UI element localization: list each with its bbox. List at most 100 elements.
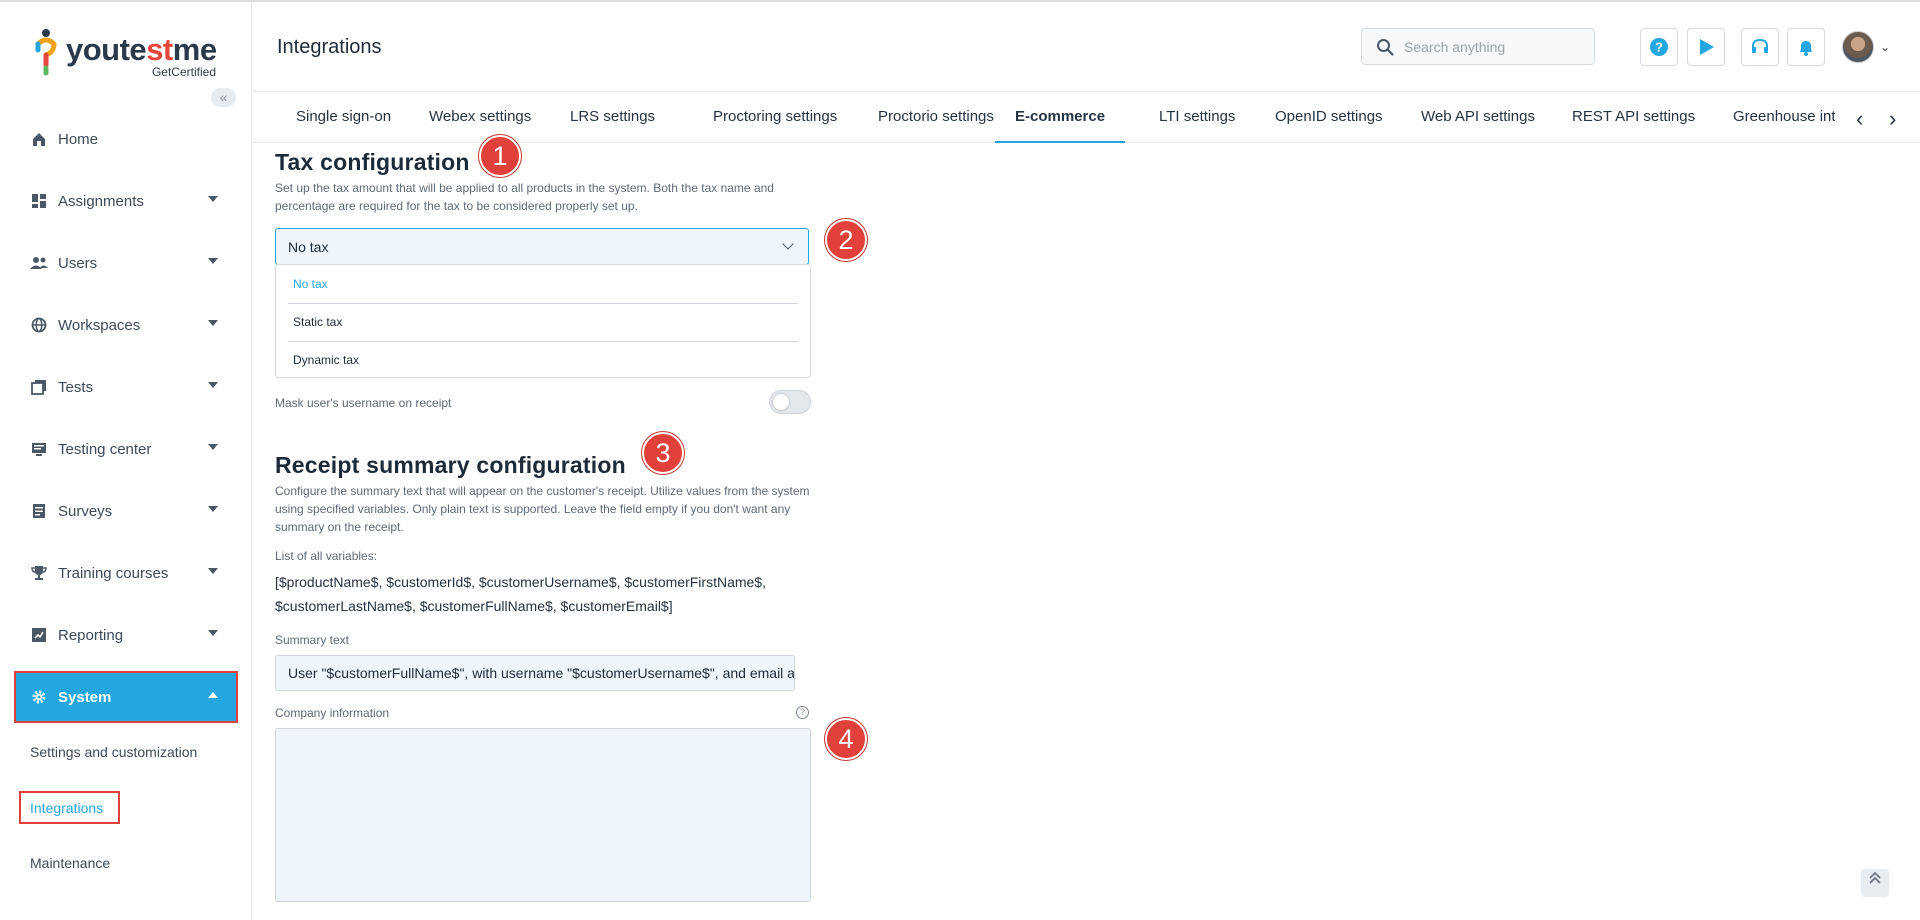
option-static-tax[interactable]: Static tax xyxy=(293,315,342,329)
sidebar-item-label: Home xyxy=(58,130,99,148)
company-information-label: Company information xyxy=(275,706,390,720)
double-chevron-up-icon xyxy=(1869,871,1881,884)
sidebar-item-label: Users xyxy=(58,254,98,272)
receipt-description-line-1: Configure the summary text that will app… xyxy=(275,484,810,498)
chevron-down-icon xyxy=(208,258,218,264)
tax-description-line-1: Set up the tax amount that will be appli… xyxy=(275,181,774,195)
sidebar-item-label: Reporting xyxy=(58,626,124,644)
mask-username-label: Mask user's username on receipt xyxy=(275,396,452,410)
mask-username-toggle[interactable] xyxy=(769,390,811,414)
home-icon xyxy=(30,130,48,148)
support-button[interactable] xyxy=(1741,28,1779,66)
chevron-down-icon xyxy=(208,444,218,450)
chevron-down-icon xyxy=(782,238,794,250)
summary-text-label: Summary text xyxy=(275,633,350,647)
help-circle-icon[interactable]: ? xyxy=(796,706,809,719)
option-divider xyxy=(288,303,798,304)
callout-badge-2: 2 xyxy=(825,219,867,261)
tabs-scroll-left-icon[interactable]: ‹ xyxy=(1856,106,1863,132)
callout-badge-4: 4 xyxy=(825,718,867,760)
sidebar-item-system[interactable]: System xyxy=(14,671,238,723)
notifications-button[interactable] xyxy=(1787,28,1825,66)
receipt-description-line-3: summary on the receipt. xyxy=(275,520,404,534)
sidebar-item-label: Training courses xyxy=(58,564,169,582)
logo-figure-icon xyxy=(35,29,57,76)
sidebar-subitem-integrations[interactable]: Integrations xyxy=(30,800,103,816)
sidebar-item-label: System xyxy=(58,688,112,706)
page-title: Integrations xyxy=(277,36,382,58)
receipt-summary-title: Receipt summary configuration xyxy=(275,452,626,478)
trophy-icon xyxy=(30,564,48,582)
search-input[interactable] xyxy=(1404,38,1584,55)
sidebar: youtestme GetCertified « Home Assignment… xyxy=(0,2,252,920)
tax-type-selected-value: No tax xyxy=(288,238,329,255)
sidebar-item-reporting[interactable]: Reporting xyxy=(16,611,236,659)
variables-list: [$productName$, $customerId$, $customerU… xyxy=(275,570,795,618)
company-information-textarea[interactable] xyxy=(275,728,811,902)
variables-label: List of all variables: xyxy=(275,549,378,563)
sidebar-item-surveys[interactable]: Surveys xyxy=(16,487,236,535)
reporting-icon xyxy=(30,626,48,644)
option-no-tax[interactable]: No tax xyxy=(293,277,328,291)
tab-lti-settings[interactable]: LTI settings xyxy=(1139,92,1255,143)
bell-icon xyxy=(1800,41,1812,56)
sidebar-item-label: Testing center xyxy=(58,440,152,458)
tab-e-commerce[interactable]: E-commerce xyxy=(995,92,1126,143)
tab-lrs-settings[interactable]: LRS settings xyxy=(550,92,675,143)
collapse-sidebar-button[interactable]: « xyxy=(211,88,236,107)
tab-greenhouse-integration[interactable]: Greenhouse integrat xyxy=(1713,92,1835,143)
svg-text:?: ? xyxy=(1655,40,1663,55)
sidebar-item-label: Assignments xyxy=(58,192,144,210)
globe-icon xyxy=(30,316,48,334)
sidebar-item-tests[interactable]: Tests xyxy=(16,363,236,411)
variables-line-2: $customerLastName$, $customerFullName$, … xyxy=(275,598,673,614)
sidebar-item-home[interactable]: Home xyxy=(16,115,236,163)
sidebar-item-training-courses[interactable]: Training courses xyxy=(16,549,236,597)
brand-logo[interactable]: youtestme GetCertified xyxy=(32,28,222,80)
tax-description-line-2: percentage are required for the tax to b… xyxy=(275,199,638,213)
tax-type-dropdown: No tax Static tax Dynamic tax xyxy=(275,264,811,378)
monitor-icon xyxy=(30,440,48,458)
option-divider xyxy=(288,341,798,342)
sidebar-item-workspaces[interactable]: Workspaces xyxy=(16,301,236,349)
headset-icon xyxy=(1752,38,1768,53)
summary-text-input[interactable]: User "$customerFullName$", with username… xyxy=(275,655,795,691)
tax-type-select[interactable]: No tax xyxy=(275,228,809,265)
variables-line-1: [$productName$, $customerId$, $customerU… xyxy=(275,574,766,590)
chevron-down-icon xyxy=(208,196,218,202)
option-dynamic-tax[interactable]: Dynamic tax xyxy=(293,353,359,367)
sidebar-item-label: Tests xyxy=(58,378,94,396)
sidebar-item-users[interactable]: Users xyxy=(16,239,236,287)
callout-badge-3: 3 xyxy=(642,432,684,474)
tutorial-play-button[interactable] xyxy=(1687,28,1725,66)
tabs-scroll-right-icon[interactable]: › xyxy=(1889,106,1896,132)
chevron-down-icon xyxy=(208,382,218,388)
logo-wordmark: youtestme xyxy=(66,32,217,67)
tab-rest-api-settings[interactable]: REST API settings xyxy=(1552,92,1715,143)
chevron-down-icon xyxy=(208,506,218,512)
tab-proctoring-settings[interactable]: Proctoring settings xyxy=(693,92,857,143)
tests-icon xyxy=(30,378,48,396)
search-icon xyxy=(1377,38,1394,56)
help-button[interactable]: ? xyxy=(1640,28,1678,66)
sidebar-item-label: Workspaces xyxy=(58,316,141,334)
top-divider xyxy=(0,0,1920,2)
sidebar-item-assignments[interactable]: Assignments xyxy=(16,177,236,225)
avatar[interactable] xyxy=(1842,31,1874,63)
tab-openid-settings[interactable]: OpenID settings xyxy=(1255,92,1403,143)
receipt-description-line-2: using specified variables. Only plain te… xyxy=(275,502,791,516)
tab-webex-settings[interactable]: Webex settings xyxy=(409,92,551,143)
tab-web-api-settings[interactable]: Web API settings xyxy=(1401,92,1555,143)
search-box[interactable] xyxy=(1361,28,1595,65)
tab-single-sign-on[interactable]: Single sign-on xyxy=(276,92,411,143)
sidebar-item-label: Surveys xyxy=(58,502,113,520)
tab-proctorio-settings[interactable]: Proctorio settings xyxy=(858,92,1014,143)
surveys-icon xyxy=(30,502,48,520)
chevron-down-icon[interactable]: ⌄ xyxy=(1880,40,1890,54)
scroll-to-top-button[interactable] xyxy=(1861,869,1889,897)
sidebar-subitem-maintenance[interactable]: Maintenance xyxy=(30,855,110,871)
sidebar-subitem-settings[interactable]: Settings and customization xyxy=(30,744,197,760)
chevron-down-icon xyxy=(208,630,218,636)
chevron-down-icon xyxy=(208,568,218,574)
sidebar-item-testing-center[interactable]: Testing center xyxy=(16,425,236,473)
